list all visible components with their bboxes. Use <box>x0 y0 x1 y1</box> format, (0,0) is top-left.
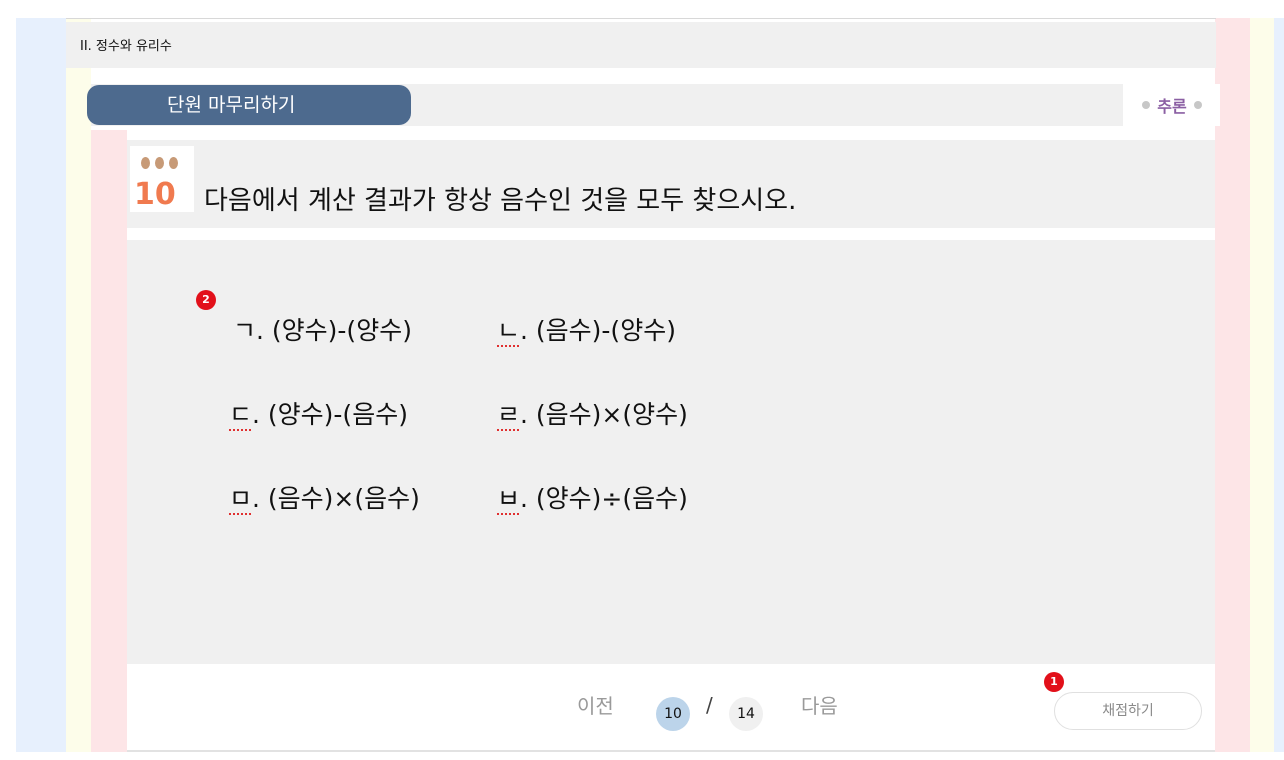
choice-item: ㅁ. (음수)×(음수) <box>229 482 420 516</box>
bottom-divider <box>127 750 1215 752</box>
next-button[interactable]: 다음 <box>801 690 838 719</box>
current-page: 10 <box>656 697 690 731</box>
choice-label: ㅂ <box>497 484 521 513</box>
choice-expression: . (양수)-(양수) <box>256 316 412 345</box>
choice-expression: . (양수)-(음수) <box>252 400 408 429</box>
unit-title: II. 정수와 유리수 <box>80 39 172 54</box>
choice-label: ㄹ <box>497 400 521 429</box>
frame-band <box>1274 18 1284 752</box>
frame-band <box>66 18 91 752</box>
unit-header <box>66 22 1216 68</box>
skill-label: 추론 <box>1157 97 1187 116</box>
frame-band <box>16 18 66 752</box>
choice-item: ㄹ. (음수)×(양수) <box>497 398 688 432</box>
choice-item: ㄷ. (양수)-(음수) <box>229 398 408 432</box>
page-separator: / <box>706 693 713 717</box>
annotation-badge: 2 <box>196 290 216 310</box>
annotation-badge: 1 <box>1044 672 1064 692</box>
frame-band <box>91 130 127 752</box>
dot-icon <box>1142 101 1151 109</box>
prev-button[interactable]: 이전 <box>577 690 614 719</box>
choice-expression: . (양수)÷(음수) <box>520 484 688 513</box>
grade-button[interactable]: 채점하기 <box>1054 692 1202 730</box>
frame-band <box>1250 18 1274 752</box>
choice-label: ㅁ <box>229 484 253 513</box>
choice-label: ㄴ <box>497 316 521 345</box>
choice-expression: . (음수)-(양수) <box>520 316 676 345</box>
choices-panel <box>127 240 1215 664</box>
section-title: 단원 마무리하기 <box>87 85 411 125</box>
choice-label: ㄷ <box>229 400 253 429</box>
question-text: 다음에서 계산 결과가 항상 음수인 것을 모두 찾으시오. <box>204 186 797 216</box>
choice-label: ㄱ <box>233 316 257 345</box>
choice-item: ㄴ. (음수)-(양수) <box>497 314 676 348</box>
choice-expression: . (음수)×(양수) <box>520 400 688 429</box>
top-divider <box>66 18 1216 19</box>
difficulty-dots-icon <box>141 157 178 169</box>
skill-tag: 추론 <box>1124 84 1220 126</box>
choice-expression: . (음수)×(음수) <box>252 484 420 513</box>
frame-band <box>1215 18 1250 752</box>
choice-item: ㅂ. (양수)÷(음수) <box>497 482 688 516</box>
total-pages: 14 <box>729 697 763 731</box>
question-number: 10 <box>134 177 176 212</box>
dot-icon <box>1193 101 1202 109</box>
choice-item: ㄱ. (양수)-(양수) <box>233 314 412 348</box>
